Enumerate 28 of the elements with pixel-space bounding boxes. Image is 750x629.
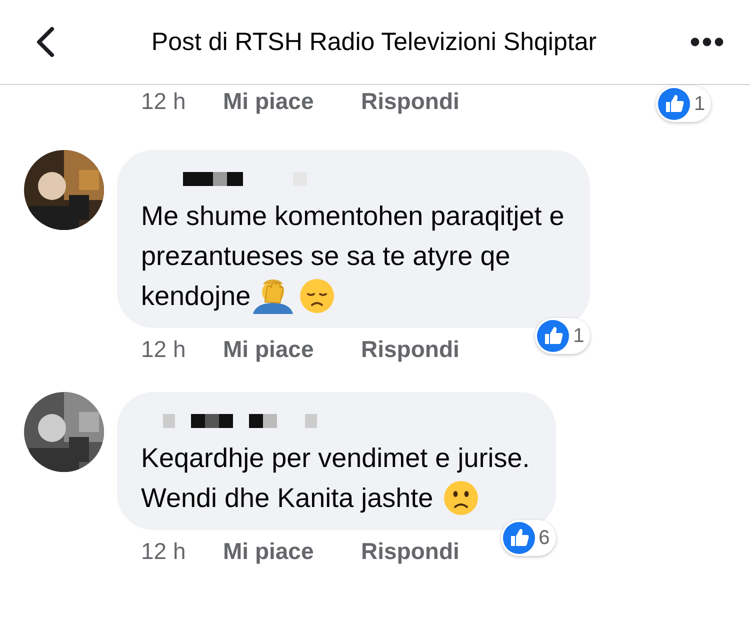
- like-icon: [537, 320, 570, 352]
- sad-face-icon: [298, 278, 335, 314]
- reply-link[interactable]: Rispondi: [361, 88, 460, 114]
- reply-link[interactable]: Rispondi: [361, 538, 460, 564]
- reaction-count: 1: [694, 92, 706, 116]
- reaction-count: 1: [573, 324, 584, 348]
- comment-text-line: prezantueses se sa te atyre qe: [141, 240, 512, 273]
- reaction-badge[interactable]: 1: [535, 318, 590, 354]
- reply-link[interactable]: Rispondi: [361, 336, 460, 362]
- comment-time: 12 h: [141, 336, 187, 362]
- reaction-badge[interactable]: 6: [500, 520, 556, 556]
- comment-text-line: Keqardhje per vendimet e jurise.: [141, 442, 530, 475]
- comment-text-line: Wendi dhe Kanita jashte: [141, 482, 434, 515]
- post-title: Post di RTSH Radio Televizioni Shqiptar: [150, 28, 598, 56]
- comment-text-line: kendojne: [141, 280, 251, 313]
- like-link[interactable]: Mi piace: [223, 336, 361, 362]
- like-link[interactable]: Mi piace: [223, 88, 361, 114]
- like-icon: [658, 88, 690, 120]
- more-icon[interactable]: [690, 37, 724, 47]
- like-link[interactable]: Mi piace: [223, 538, 361, 564]
- like-icon: [502, 522, 535, 554]
- comment-time: 12 h: [141, 538, 187, 564]
- frowning-face-icon: [443, 480, 480, 516]
- comment-time: 12 h: [141, 88, 187, 114]
- facepalm-emoji-icon: [250, 278, 295, 314]
- reaction-count: 6: [538, 526, 550, 550]
- reaction-badge[interactable]: 1: [656, 86, 712, 122]
- comment-text-line: Me shume komentohen paraqitjet e: [141, 200, 564, 233]
